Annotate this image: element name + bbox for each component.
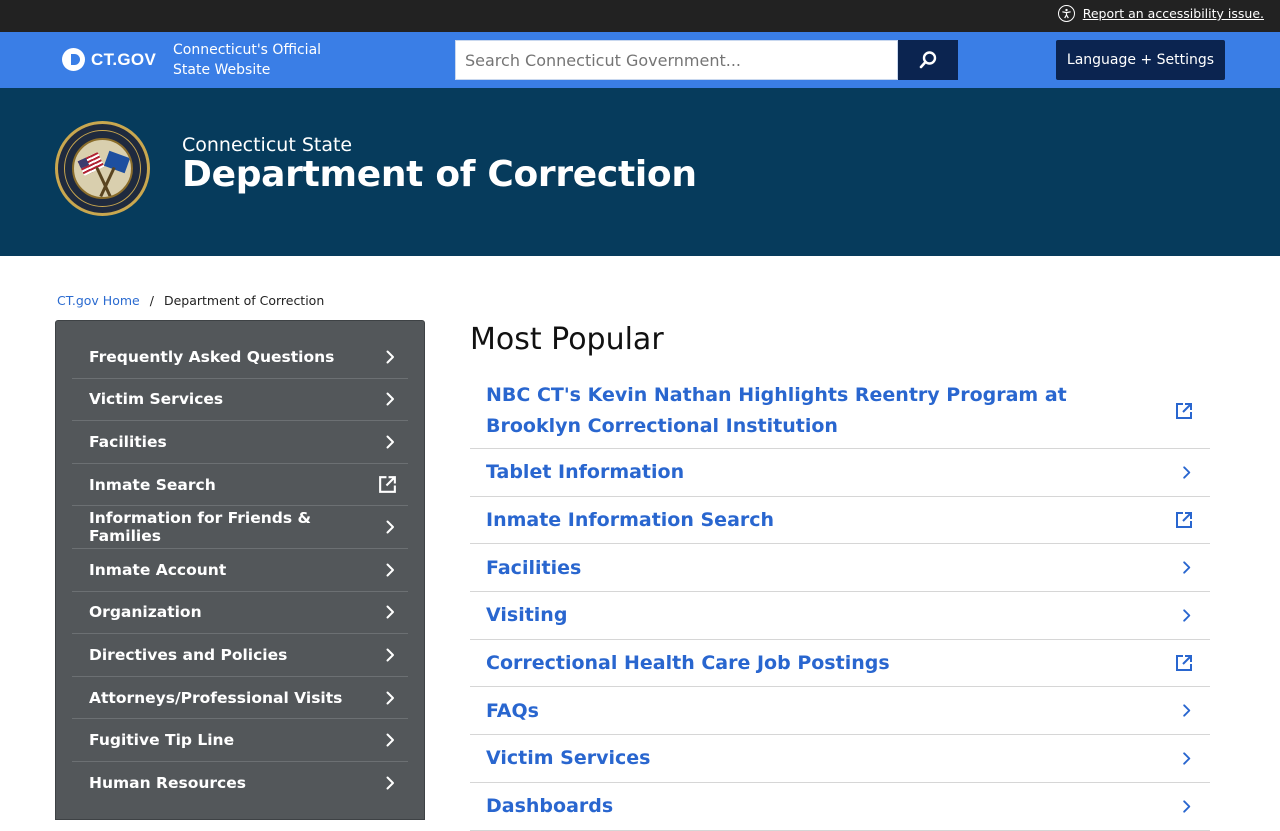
sidebar-item[interactable]: Inmate Search bbox=[72, 464, 408, 507]
agency-banner: Connecticut State Department of Correcti… bbox=[0, 88, 1280, 256]
popular-link[interactable]: NBC CT's Kevin Nathan Highlights Reentry… bbox=[470, 373, 1210, 449]
ct-flag-icon bbox=[103, 150, 131, 174]
breadcrumb-current: Department of Correction bbox=[163, 293, 325, 308]
popular-link[interactable]: Victim Services bbox=[470, 735, 1210, 783]
breadcrumb-home-link[interactable]: CT.gov Home bbox=[57, 293, 140, 308]
ct-gov-logo[interactable]: CT.GOV bbox=[62, 48, 156, 71]
chevron-right-icon bbox=[1179, 608, 1194, 623]
external-link-icon bbox=[1174, 510, 1194, 530]
sidebar-item[interactable]: Attorneys/Professional Visits bbox=[72, 677, 408, 720]
popular-link-label: Visiting bbox=[486, 604, 568, 627]
chevron-right-icon bbox=[382, 434, 398, 450]
sidebar-item[interactable]: Information for Friends & Families bbox=[72, 506, 408, 549]
search-button[interactable] bbox=[898, 40, 958, 80]
site-header: CT.GOV Connecticut's Official State Webs… bbox=[0, 32, 1280, 88]
popular-link-label: Victim Services bbox=[486, 747, 651, 770]
agency-title: Department of Correction bbox=[182, 154, 697, 195]
sidebar-item[interactable]: Frequently Asked Questions bbox=[72, 336, 408, 379]
most-popular-list: NBC CT's Kevin Nathan Highlights Reentry… bbox=[470, 373, 1210, 831]
sidebar-item-label: Victim Services bbox=[89, 390, 224, 409]
popular-link-label: Dashboards bbox=[486, 795, 614, 818]
popular-link-label: Tablet Information bbox=[486, 461, 685, 484]
breadcrumb: CT.gov Home / Department of Correction bbox=[57, 293, 324, 308]
search-icon bbox=[919, 51, 937, 69]
accessibility-icon bbox=[1057, 5, 1075, 22]
agency-pre-title: Connecticut State bbox=[182, 134, 353, 156]
chevron-right-icon bbox=[382, 775, 398, 791]
logo-text: CT.GOV bbox=[91, 49, 157, 69]
sidebar-item[interactable]: Inmate Account bbox=[72, 549, 408, 592]
external-link-icon bbox=[377, 474, 398, 495]
popular-link[interactable]: Facilities bbox=[470, 544, 1210, 593]
doc-seal-logo[interactable] bbox=[55, 121, 150, 216]
page-title: Most Popular bbox=[470, 322, 664, 357]
sidebar-item-label: Information for Friends & Families bbox=[89, 509, 312, 546]
sidebar-item-label: Fugitive Tip Line bbox=[89, 731, 235, 750]
sidebar-item[interactable]: Fugitive Tip Line bbox=[72, 719, 408, 762]
accessibility-link[interactable]: Report an accessibility issue. bbox=[1083, 6, 1264, 21]
search-input[interactable] bbox=[455, 40, 898, 80]
official-website-text: Connecticut's Official State Website bbox=[173, 42, 322, 78]
sidebar-item[interactable]: Organization bbox=[72, 592, 408, 635]
sidebar-item-label: Frequently Asked Questions bbox=[89, 347, 335, 366]
popular-link[interactable]: FAQs bbox=[470, 687, 1210, 736]
sidebar-nav: Frequently Asked Questions Victim Service… bbox=[55, 320, 425, 820]
sidebar-item[interactable]: Human Resources bbox=[72, 762, 408, 805]
sidebar-item-label: Facilities bbox=[89, 432, 167, 451]
popular-link[interactable]: Tablet Information bbox=[470, 449, 1210, 497]
popular-link-label: Correctional Health Care Job Postings bbox=[486, 652, 890, 675]
sidebar-item-label: Directives and Policies bbox=[89, 645, 288, 664]
breadcrumb-separator: / bbox=[149, 293, 154, 308]
sidebar-item[interactable]: Directives and Policies bbox=[72, 634, 408, 677]
sidebar-item-label: Human Resources bbox=[89, 774, 246, 793]
popular-link-label: Facilities bbox=[486, 556, 582, 579]
sidebar-item-label: Inmate Account bbox=[89, 560, 227, 579]
chevron-right-icon bbox=[1179, 751, 1194, 766]
chevron-right-icon bbox=[1179, 703, 1194, 718]
external-link-icon bbox=[1174, 401, 1194, 421]
popular-link[interactable]: Inmate Information Search bbox=[470, 497, 1210, 545]
external-link-icon bbox=[1174, 653, 1194, 673]
chevron-right-icon bbox=[382, 732, 398, 748]
sidebar-item[interactable]: Facilities bbox=[72, 421, 408, 464]
popular-link[interactable]: Dashboards bbox=[470, 783, 1210, 831]
utility-bar: Report an accessibility issue. bbox=[0, 0, 1280, 32]
popular-link-label: FAQs bbox=[486, 699, 539, 722]
chevron-right-icon bbox=[382, 647, 398, 663]
chevron-right-icon bbox=[382, 391, 398, 407]
chevron-right-icon bbox=[1179, 465, 1194, 480]
accessibility-report[interactable]: Report an accessibility issue. bbox=[1057, 5, 1264, 22]
sidebar-item-label: Attorneys/Professional Visits bbox=[89, 688, 343, 707]
seal-emblem bbox=[72, 138, 133, 199]
popular-link[interactable]: Correctional Health Care Job Postings bbox=[470, 640, 1210, 688]
chevron-right-icon bbox=[382, 690, 398, 706]
chevron-right-icon bbox=[1179, 799, 1194, 814]
chevron-right-icon bbox=[1179, 560, 1194, 575]
chevron-right-icon bbox=[382, 349, 398, 365]
popular-link-label: NBC CT's Kevin Nathan Highlights Reentry… bbox=[486, 383, 1067, 437]
ct-logo-icon bbox=[62, 48, 85, 71]
chevron-right-icon bbox=[382, 562, 398, 578]
popular-link-label: Inmate Information Search bbox=[486, 509, 775, 532]
chevron-right-icon bbox=[382, 604, 398, 620]
sidebar-item-label: Organization bbox=[89, 603, 202, 622]
sidebar-item-label: Inmate Search bbox=[89, 475, 216, 494]
chevron-right-icon bbox=[382, 519, 398, 535]
language-settings-button[interactable]: Language + Settings bbox=[1056, 40, 1225, 80]
sidebar-item[interactable]: Victim Services bbox=[72, 379, 408, 422]
popular-link[interactable]: Visiting bbox=[470, 592, 1210, 640]
